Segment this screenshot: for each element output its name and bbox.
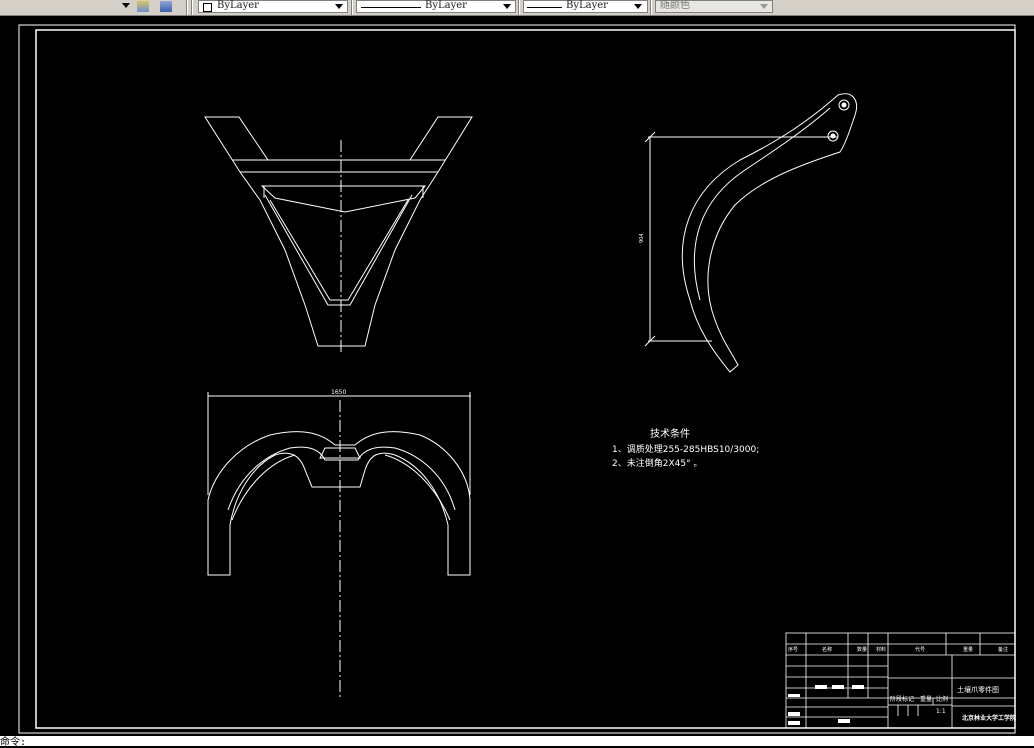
layer-tools-icon[interactable] xyxy=(137,1,149,12)
toolbar-separator xyxy=(351,0,353,15)
toolbar-separator xyxy=(518,0,520,15)
scale-label: 比例 xyxy=(936,695,948,703)
drawing-canvas[interactable]: 904 1650 技术条件 1、调质处理255-285HBS10/3000; 2… xyxy=(0,16,1034,736)
title-header-material: 材料 xyxy=(876,646,886,653)
plotstyle-value: 随颜色 xyxy=(660,0,690,11)
part-title: 土壤爪零件图 xyxy=(957,685,999,694)
title-header-name: 名称 xyxy=(822,646,832,653)
inner-frame xyxy=(35,29,1016,729)
color-value: ByLayer xyxy=(217,0,259,11)
front-view xyxy=(204,116,473,355)
dimension-width: 1650 xyxy=(331,389,346,396)
lineweight-preview xyxy=(527,7,562,8)
linetype-value: ByLayer xyxy=(425,0,467,11)
title-block xyxy=(785,632,1016,729)
toolbar-separator xyxy=(650,0,652,15)
title-header-code: 代号 xyxy=(915,646,925,653)
toolbar-separator xyxy=(186,0,188,15)
toolbar-separator xyxy=(191,0,193,15)
title-header-remark: 备注 xyxy=(998,646,1008,653)
notes-title: 技术条件 xyxy=(650,427,690,440)
note-1: 1、调质处理255-285HBS10/3000; xyxy=(612,443,759,455)
command-line[interactable]: 命令: xyxy=(0,736,1034,748)
color-control[interactable]: ByLayer xyxy=(198,0,348,13)
chevron-down-icon[interactable] xyxy=(335,4,343,9)
side-view xyxy=(644,93,857,373)
lineweight-value: ByLayer xyxy=(566,0,608,11)
school-name: 北京林业大学工学院 xyxy=(962,714,1016,722)
color-swatch-icon xyxy=(203,3,212,12)
properties-toolbar: ByLayer ByLayer ByLayer 随颜色 xyxy=(0,0,1034,16)
scale-value: 1:1 xyxy=(936,708,946,715)
top-view xyxy=(207,392,471,700)
dropdown-arrow-icon[interactable] xyxy=(122,3,130,8)
linetype-control[interactable]: ByLayer xyxy=(356,0,516,13)
title-header-weight: 重量 xyxy=(963,646,973,653)
plotstyle-control[interactable]: 随颜色 xyxy=(655,0,773,13)
linetype-preview xyxy=(361,7,421,8)
chevron-down-icon[interactable] xyxy=(760,4,768,9)
dimension-height: 904 xyxy=(639,233,645,243)
title-block-fills xyxy=(788,685,864,725)
title-header-seq: 序号 xyxy=(788,646,798,653)
outer-border xyxy=(18,24,1016,734)
chevron-down-icon[interactable] xyxy=(634,4,642,9)
chevron-down-icon[interactable] xyxy=(503,4,511,9)
title-header-qty: 数量 xyxy=(857,646,867,653)
layer-stack-icon[interactable] xyxy=(160,1,172,12)
lineweight-control[interactable]: ByLayer xyxy=(523,0,648,13)
note-2: 2、未注倒角2X45° 。 xyxy=(612,457,702,469)
stage-mark-label: 阶段标记 xyxy=(890,695,914,703)
weight-label: 重量 xyxy=(920,695,932,703)
